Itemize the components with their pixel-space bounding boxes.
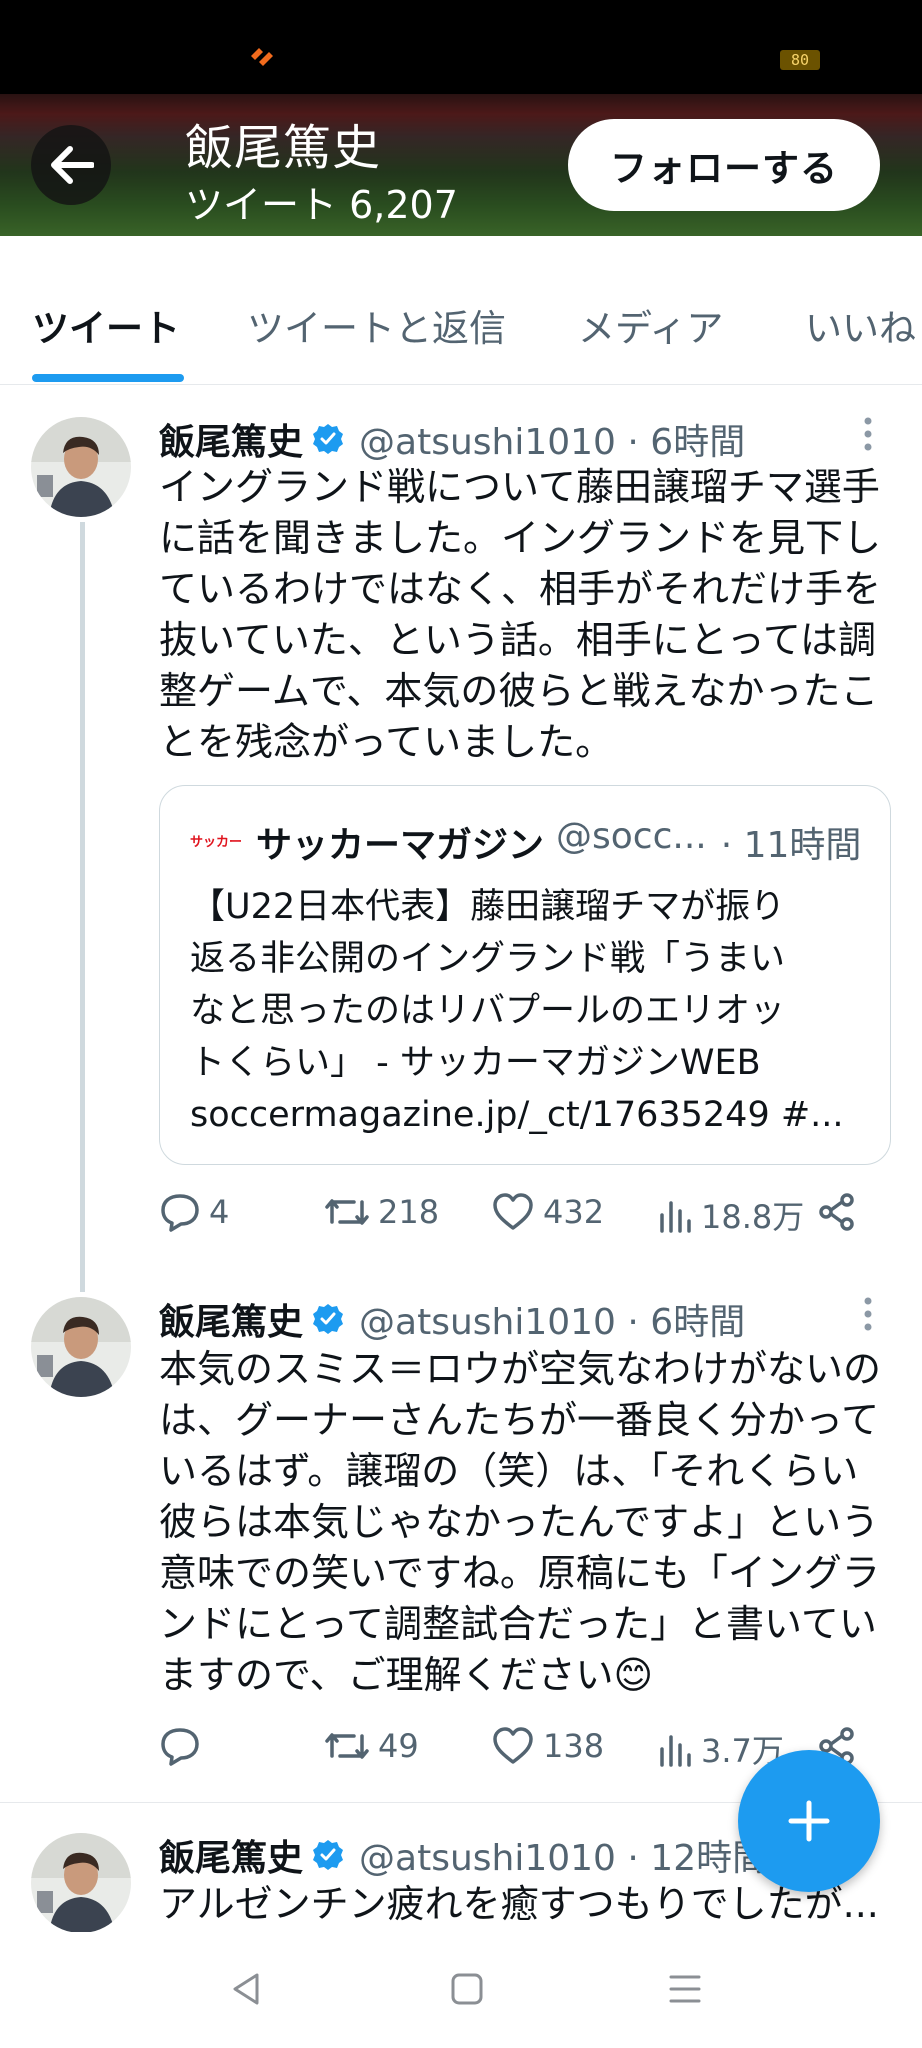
verified-badge-icon: [313, 1840, 344, 1870]
battery-indicator: 80: [780, 50, 820, 70]
tweet-text: 本気のスミス＝ロウが空気なわけがないの は、グーナーさんたちが一番良く分かって …: [159, 1347, 882, 1697]
thread-connector: [80, 522, 85, 1292]
view-count: 18.8万: [701, 1198, 805, 1236]
tab-media[interactable]: メディア: [578, 298, 723, 352]
compose-tweet-button[interactable]: [738, 1750, 880, 1892]
nav-back-button[interactable]: [222, 1964, 272, 2014]
avatar[interactable]: [31, 1297, 131, 1397]
share-button[interactable]: [817, 1192, 865, 1232]
status-bar: 80: [0, 0, 922, 94]
app-logo-icon: [251, 48, 273, 66]
plus-icon: [788, 1800, 830, 1842]
back-arrow-icon: [51, 146, 94, 184]
system-navigation-bar: [0, 1932, 922, 2048]
tweet-author-name[interactable]: 飯尾篤史: [159, 1293, 303, 1345]
tweet-author-name[interactable]: 飯尾篤史: [159, 413, 303, 465]
profile-name: 飯尾篤史: [185, 120, 382, 176]
avatar-photo: [31, 1297, 131, 1397]
share-icon: [819, 1193, 854, 1231]
reply-count: 4: [209, 1193, 230, 1231]
avatar[interactable]: [31, 1833, 131, 1933]
quote-source-handle: @socc...: [556, 816, 707, 857]
like-button[interactable]: 432: [491, 1192, 604, 1232]
nav-home-button[interactable]: [442, 1964, 492, 2014]
heart-icon: [493, 1193, 533, 1230]
reply-button[interactable]: 4: [159, 1192, 229, 1232]
tab-likes[interactable]: いいね: [805, 298, 916, 352]
triangle-back-icon: [233, 1973, 259, 2005]
quote-time: · 11時間: [720, 825, 862, 866]
tweet-handle-time: @atsushi1010 · 6時間: [359, 422, 746, 463]
active-tab-indicator: [32, 374, 184, 382]
tweet-header: 飯尾篤史 @atsushi1010 · 6時間: [159, 413, 745, 465]
reply-icon: [161, 1194, 199, 1232]
tab-tweets[interactable]: ツイート: [32, 298, 180, 352]
quote-header: サッカーマガジン @socc... · 11時間: [256, 816, 861, 868]
profile-tabs: ツイート ツイートと返信 メディア いいね: [0, 236, 922, 385]
like-count: 138: [543, 1727, 605, 1765]
quote-text: 【U22日本代表】藤田譲瑠チマが振り 返る非公開のイングランド戦「うまい なと思…: [190, 887, 844, 1135]
views-chart-icon: [660, 1201, 691, 1233]
views-chart-icon: [660, 1735, 691, 1767]
nav-menu-button[interactable]: [660, 1964, 710, 2014]
reply-button[interactable]: [159, 1726, 209, 1766]
more-options-icon[interactable]: [863, 416, 873, 452]
retweet-icon: [325, 1199, 369, 1225]
tweet-author-name[interactable]: 飯尾篤史: [159, 1829, 303, 1881]
more-options-icon[interactable]: [863, 1296, 873, 1332]
tweet-handle-time: @atsushi1010 · 6時間: [359, 1302, 746, 1343]
quoted-tweet-card[interactable]: サッカー サッカーマガジン @socc... · 11時間 【U22日本代表】藤…: [159, 785, 891, 1165]
retweet-count: 218: [378, 1193, 440, 1231]
tweet-handle-time: @atsushi1010 · 12時間: [359, 1838, 769, 1879]
like-button[interactable]: 138: [491, 1726, 604, 1766]
back-button[interactable]: [31, 125, 111, 205]
tweet-count: ツイート 6,207: [185, 183, 458, 227]
avatar-photo: [31, 417, 131, 517]
tab-tweets-and-replies[interactable]: ツイートと返信: [247, 298, 506, 352]
retweet-count: 49: [378, 1727, 419, 1765]
verified-badge-icon: [313, 1304, 344, 1334]
tweet-text: アルゼンチン疲れを癒すつもりでしたが...: [159, 1882, 879, 1926]
tweet-text: イングランド戦について藤田譲瑠チマ選手 に話を聞きました。イングランドを見下し …: [159, 465, 882, 764]
quote-source-name: サッカーマガジン: [256, 825, 545, 866]
square-home-icon: [451, 1973, 483, 2005]
avatar-photo: [31, 1833, 131, 1933]
heart-icon: [493, 1727, 533, 1764]
retweet-button[interactable]: 49: [324, 1726, 419, 1766]
retweet-icon: [325, 1733, 369, 1759]
avatar[interactable]: [31, 417, 131, 517]
tweet-actions: 4 218 432 18.8万: [159, 1192, 922, 1242]
tweet-header: 飯尾篤史 @atsushi1010 · 6時間: [159, 1293, 745, 1345]
profile-header: 飯尾篤史 ツイート 6,207 フォローする: [0, 94, 922, 236]
menu-lines-icon: [669, 1975, 701, 2003]
like-count: 432: [543, 1193, 605, 1231]
svg-text:サッカー: サッカー: [190, 835, 242, 850]
views-button[interactable]: 18.8万: [657, 1192, 804, 1238]
soccer-magazine-logo: サッカー: [190, 832, 244, 850]
follow-button[interactable]: フォローする: [568, 119, 880, 211]
reply-icon: [161, 1728, 199, 1766]
verified-badge-icon: [313, 424, 344, 454]
tweet-header: 飯尾篤史 @atsushi1010 · 12時間: [159, 1829, 768, 1881]
retweet-button[interactable]: 218: [324, 1192, 439, 1232]
